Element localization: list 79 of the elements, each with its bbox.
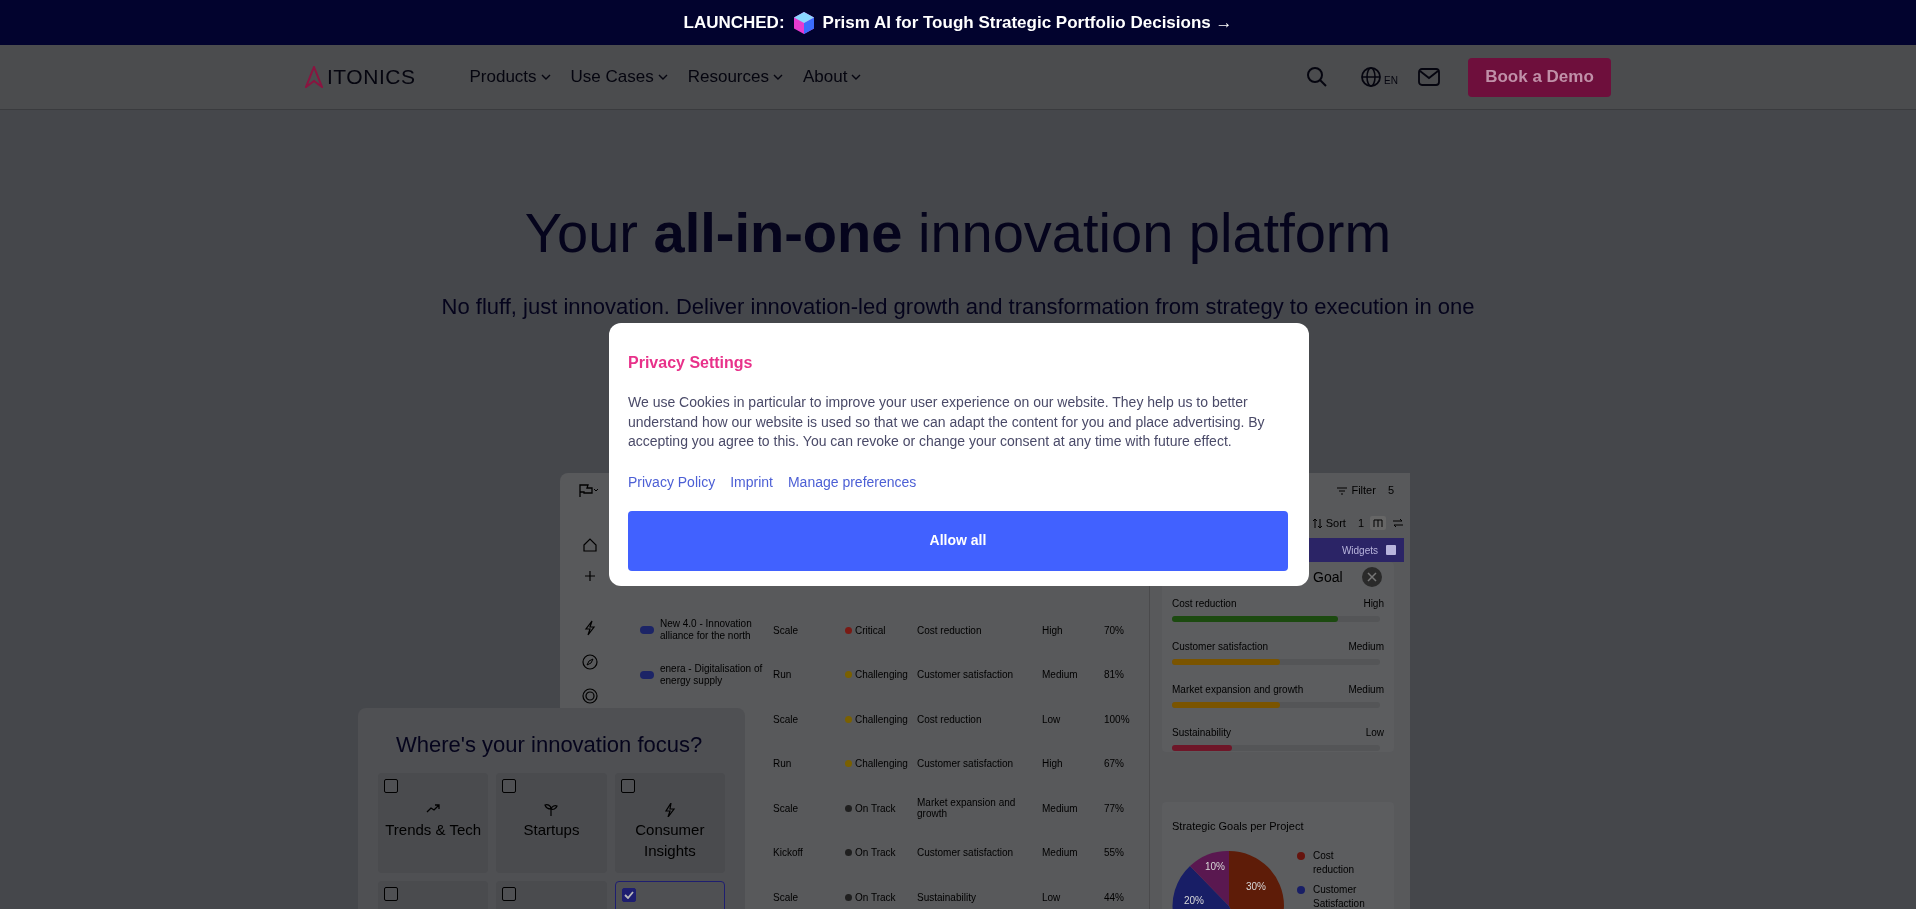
priority-cell-text: Low — [1042, 890, 1062, 905]
focus-tile[interactable]: Startups — [496, 773, 607, 873]
allow-all-button[interactable]: Allow all — [628, 510, 1288, 571]
project-name[interactable]: enera - Digitalisation of energy supply — [660, 662, 770, 687]
goal-rating: Medium — [1348, 683, 1384, 697]
status-text: Critical — [855, 623, 886, 638]
nav-menu-item[interactable]: About — [802, 64, 862, 90]
goal-name: Sustainability — [1172, 726, 1231, 740]
goal-cell-text: Cost reduction — [917, 713, 983, 725]
progress-cell-text: 55% — [1104, 846, 1125, 861]
dialog-link[interactable]: Privacy Policy — [628, 471, 716, 493]
filter-button[interactable]: Filter 5 — [1337, 482, 1394, 499]
sort-button[interactable]: Sort 1 — [1312, 514, 1364, 532]
status-text: Challenging — [855, 712, 908, 727]
phase-cell-text: Scale — [773, 890, 799, 905]
status-text: Challenging — [855, 668, 908, 683]
goal-rating: High — [1363, 597, 1384, 611]
progress-cell-text: 67% — [1104, 757, 1125, 772]
phase-cell-text: Scale — [773, 623, 799, 638]
priority-cell-text: Medium — [1042, 846, 1079, 861]
slice-label: 10% — [1205, 859, 1225, 874]
announcement-bar[interactable]: LAUNCHED: Prism AI for Tough Strategic Portfolio Decisions → — [0, 0, 1916, 45]
book-demo-button[interactable]: Book a Demo — [1468, 57, 1611, 97]
progress-cell-text: 44% — [1104, 890, 1125, 905]
priority-cell-text: Medium — [1042, 668, 1079, 683]
focus-tile[interactable]: Consumer Insights — [614, 773, 725, 873]
goal-cell-text: Customer satisfaction — [917, 758, 1015, 770]
tile-label: Trends & Tech — [385, 820, 482, 840]
goal-cell-text: Market expansion and growth — [917, 797, 1017, 820]
goal-cell-text: Sustainability — [917, 891, 977, 903]
slice-label: 30% — [1246, 879, 1266, 894]
language-code[interactable]: EN — [1384, 73, 1398, 88]
goal-name: Customer satisfaction — [1172, 640, 1269, 654]
focus-heading: Where's your innovation focus? — [395, 731, 704, 759]
progress-cell-text: 70% — [1104, 623, 1125, 638]
widget-title: Strategic Goals per Project — [1172, 819, 1305, 834]
phase-cell-text: Scale — [773, 801, 799, 816]
dialog-link[interactable]: Manage preferences — [787, 471, 917, 493]
phase-cell-text: Run — [773, 757, 793, 772]
progress-cell-text: 81% — [1104, 668, 1125, 683]
slice-label: 20% — [1184, 893, 1204, 908]
priority-cell-text: High — [1042, 757, 1064, 772]
goal-name: Cost reduction — [1172, 597, 1237, 611]
tile-label: Consumer Insights — [634, 820, 706, 861]
priority-cell-text: High — [1042, 623, 1064, 638]
announcement-link[interactable]: Prism AI for Tough Strategic Portfolio Decisions → — [822, 9, 1233, 36]
widget-title: Goal — [1313, 567, 1343, 587]
progress-cell-text: 77% — [1104, 801, 1125, 816]
status-text: On Track — [855, 890, 896, 905]
goal-cell-text: Customer satisfaction — [917, 847, 1015, 859]
project-name[interactable]: New 4.0 - Innovation alliance for the north — [660, 618, 770, 643]
announcement-label: LAUNCHED: — [683, 11, 785, 34]
phase-cell-text: Run — [773, 668, 793, 683]
status-text: On Track — [855, 801, 896, 816]
tile-label: Startups — [523, 820, 580, 840]
dialog-link[interactable]: Imprint — [730, 471, 773, 493]
legend-label: Customer Satisfaction — [1313, 882, 1366, 909]
logo-text[interactable]: ITONICS — [327, 61, 416, 93]
goal-cell-text: Customer satisfaction — [917, 669, 1015, 681]
phase-cell-text: Kickoff — [773, 846, 804, 861]
widgets-bar[interactable]: Widgets — [1308, 538, 1404, 562]
hero-subtitle: No fluff, just innovation. Deliver innovation-led growth and transformation from strategy to execution in one — [440, 293, 1476, 321]
legend-label: Cost reduction — [1313, 848, 1356, 877]
dialog-text: We use Cookies in particular to improve your user experience on our website. They help us to better understand how our website is used so that we can adapt the content for you and place advertising. By accepting you agree to this. You can revoke or change your consent at any time with future effect. — [628, 393, 1266, 451]
goal-rating: Low — [1365, 726, 1384, 740]
progress-cell-text: 100% — [1104, 712, 1131, 727]
priority-cell-text: Medium — [1042, 801, 1079, 816]
phase-cell-text: Scale — [773, 712, 799, 727]
focus-tile[interactable]: Trends & Tech — [378, 773, 489, 873]
goal-cell-text: Cost reduction — [917, 624, 983, 636]
nav-menu-item[interactable]: Products — [469, 64, 551, 90]
priority-cell-text: Low — [1042, 712, 1062, 727]
nav-menu-item[interactable]: Use Cases — [570, 64, 668, 90]
goal-name: Market expansion and growth — [1172, 683, 1304, 697]
dialog-title: Privacy Settings — [628, 353, 754, 373]
status-text: Challenging — [855, 757, 908, 772]
nav-menu-item[interactable]: Resources — [687, 64, 783, 90]
status-text: On Track — [855, 846, 896, 861]
goal-rating: Medium — [1348, 640, 1384, 654]
